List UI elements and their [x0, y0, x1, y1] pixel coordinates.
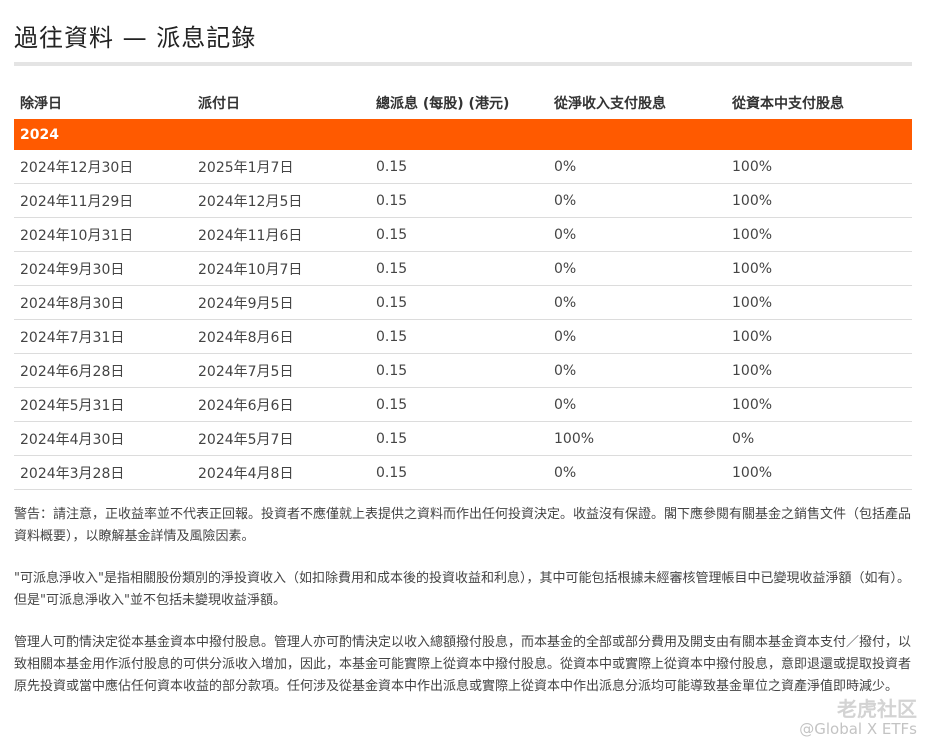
- cell-total-dividend: 0.15: [370, 387, 548, 422]
- cell-from-capital: 100%: [726, 319, 912, 354]
- cell-pay-date: 2024年11月6日: [192, 217, 370, 252]
- watermark-account: @Global X ETFs: [799, 720, 917, 738]
- cell-from-capital: 100%: [726, 183, 912, 218]
- cell-from-net-income: 0%: [548, 183, 726, 218]
- header-total-dividend: 總派息 (每股) (港元): [376, 96, 510, 112]
- cell-total-dividend: 0.15: [370, 353, 548, 388]
- disclaimer-notes: 警告：請注意，正收益率並不代表正回報。投資者不應僅就上表提供之資料而作出任何投資…: [14, 504, 914, 718]
- cell-from-net-income: 100%: [548, 421, 726, 456]
- cell-pay-date: 2024年12月5日: [192, 183, 370, 218]
- table-row: 2024年11月29日 2024年12月5日 0.15 0% 100%: [14, 183, 912, 218]
- table-header-row: 除淨日 派付日 總派息 (每股) (港元) 從淨收入支付股息 從資本中支付股息: [14, 87, 912, 119]
- header-from-capital: 從資本中支付股息: [732, 96, 844, 112]
- cell-from-capital: 100%: [726, 387, 912, 422]
- table-row: 2024年8月30日 2024年9月5日 0.15 0% 100%: [14, 285, 912, 320]
- header-from-net-income: 從淨收入支付股息: [554, 96, 666, 112]
- cell-from-net-income: 0%: [548, 150, 726, 184]
- year-group-row: 2024: [14, 119, 912, 150]
- cell-from-net-income: 0%: [548, 353, 726, 388]
- cell-from-capital: 100%: [726, 251, 912, 286]
- cell-total-dividend: 0.15: [370, 183, 548, 218]
- cell-from-capital: 0%: [726, 421, 912, 456]
- cell-from-net-income: 0%: [548, 285, 726, 320]
- watermark-logo: 老虎社区: [837, 697, 917, 721]
- table-row: 2024年6月28日 2024年7月5日 0.15 0% 100%: [14, 353, 912, 388]
- cell-ex-date: 2024年9月30日: [14, 251, 192, 286]
- cell-from-net-income: 0%: [548, 319, 726, 354]
- cell-ex-date: 2024年5月31日: [14, 387, 192, 422]
- watermark: 老虎社区 @Global X ETFs: [799, 699, 917, 739]
- cell-total-dividend: 0.15: [370, 421, 548, 456]
- dividend-table: 除淨日 派付日 總派息 (每股) (港元) 從淨收入支付股息 從資本中支付股息 …: [14, 87, 912, 490]
- warning-note: 警告：請注意，正收益率並不代表正回報。投資者不應僅就上表提供之資料而作出任何投資…: [14, 507, 912, 544]
- cell-pay-date: 2025年1月7日: [192, 150, 370, 184]
- table-row: 2024年12月30日 2025年1月7日 0.15 0% 100%: [14, 150, 912, 184]
- cell-pay-date: 2024年10月7日: [192, 251, 370, 286]
- cell-pay-date: 2024年9月5日: [192, 285, 370, 320]
- cell-from-net-income: 0%: [548, 217, 726, 252]
- table-row: 2024年10月31日 2024年11月6日 0.15 0% 100%: [14, 217, 912, 252]
- title-divider: [14, 62, 912, 66]
- cell-pay-date: 2024年6月6日: [192, 387, 370, 422]
- table-row: 2024年7月31日 2024年8月6日 0.15 0% 100%: [14, 319, 912, 354]
- cell-from-capital: 100%: [726, 150, 912, 184]
- cell-ex-date: 2024年4月30日: [14, 421, 192, 456]
- cell-pay-date: 2024年7月5日: [192, 353, 370, 388]
- cell-pay-date: 2024年8月6日: [192, 319, 370, 354]
- capital-distribution-note: 管理人可酌情決定從本基金資本中撥付股息。管理人亦可酌情決定以收入總額撥付股息，而…: [14, 635, 912, 694]
- cell-total-dividend: 0.15: [370, 217, 548, 252]
- year-label: 2024: [14, 119, 912, 150]
- header-ex-date: 除淨日: [20, 96, 62, 112]
- cell-ex-date: 2024年7月31日: [14, 319, 192, 354]
- cell-from-capital: 100%: [726, 217, 912, 252]
- cell-from-capital: 100%: [726, 285, 912, 320]
- cell-ex-date: 2024年6月28日: [14, 353, 192, 388]
- cell-from-capital: 100%: [726, 455, 912, 490]
- cell-ex-date: 2024年3月28日: [14, 455, 192, 490]
- table-row: 2024年9月30日 2024年10月7日 0.15 0% 100%: [14, 251, 912, 286]
- cell-ex-date: 2024年11月29日: [14, 183, 192, 218]
- table-row: 2024年3月28日 2024年4月8日 0.15 0% 100%: [14, 455, 912, 490]
- cell-from-capital: 100%: [726, 353, 912, 388]
- cell-total-dividend: 0.15: [370, 285, 548, 320]
- cell-ex-date: 2024年8月30日: [14, 285, 192, 320]
- distributable-income-note: "可派息淨收入"是指相關股份類別的淨投資收入（如扣除費用和成本後的投資收益和利息…: [14, 571, 910, 608]
- table-row: 2024年5月31日 2024年6月6日 0.15 0% 100%: [14, 387, 912, 422]
- cell-pay-date: 2024年5月7日: [192, 421, 370, 456]
- cell-ex-date: 2024年10月31日: [14, 217, 192, 252]
- cell-total-dividend: 0.15: [370, 455, 548, 490]
- cell-from-net-income: 0%: [548, 251, 726, 286]
- cell-pay-date: 2024年4月8日: [192, 455, 370, 490]
- header-pay-date: 派付日: [198, 96, 240, 112]
- cell-total-dividend: 0.15: [370, 251, 548, 286]
- cell-ex-date: 2024年12月30日: [14, 150, 192, 184]
- cell-total-dividend: 0.15: [370, 150, 548, 184]
- page-title: 過往資料 — 派息記錄: [14, 24, 257, 52]
- cell-from-net-income: 0%: [548, 455, 726, 490]
- table-row: 2024年4月30日 2024年5月7日 0.15 100% 0%: [14, 421, 912, 456]
- cell-total-dividend: 0.15: [370, 319, 548, 354]
- cell-from-net-income: 0%: [548, 387, 726, 422]
